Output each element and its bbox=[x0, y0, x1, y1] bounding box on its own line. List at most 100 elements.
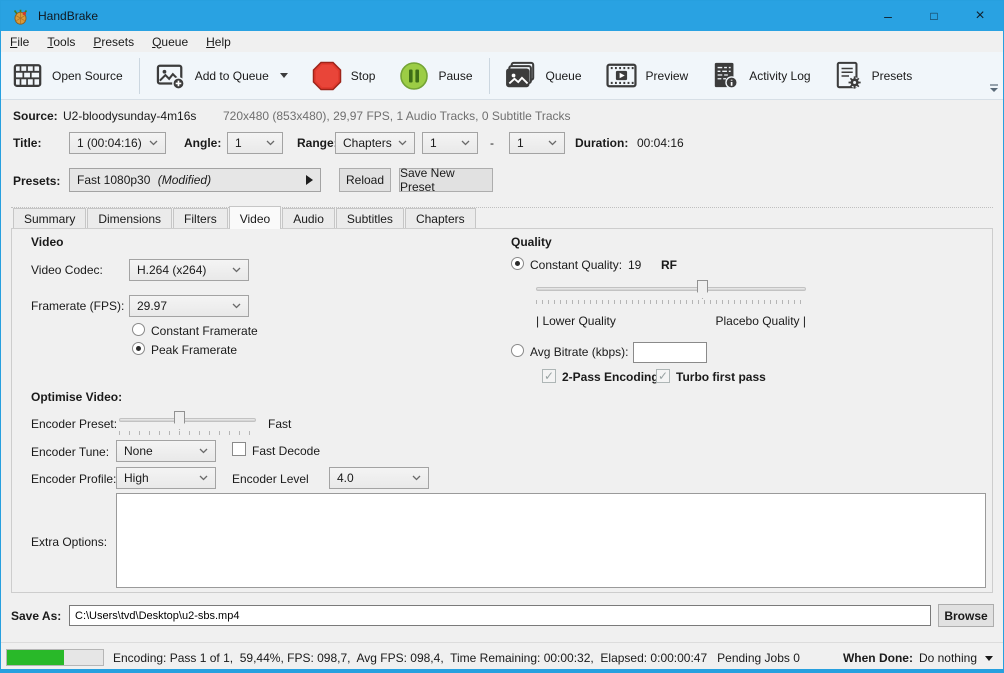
video-codec-label: Video Codec: bbox=[31, 263, 103, 277]
menu-presets[interactable]: Presets bbox=[84, 33, 143, 51]
menu-tools[interactable]: Tools bbox=[38, 33, 84, 51]
encoder-level-select[interactable]: 4.0 bbox=[329, 467, 429, 489]
framerate-value: 29.97 bbox=[137, 299, 168, 313]
constant-quality-unit: RF bbox=[661, 258, 677, 272]
fast-decode-label: Fast Decode bbox=[252, 444, 321, 458]
when-done-control[interactable]: When Done: Do nothing bbox=[843, 651, 993, 665]
tab-filters[interactable]: Filters bbox=[173, 208, 228, 229]
lower-quality-label: | Lower Quality bbox=[536, 314, 616, 328]
status-bar: Encoding: Pass 1 of 1, 59,44%, FPS: 098,… bbox=[1, 642, 1003, 669]
encoder-preset-value: Fast bbox=[268, 417, 292, 431]
extra-options-textarea[interactable] bbox=[116, 493, 986, 588]
save-new-preset-button[interactable]: Save New Preset bbox=[399, 166, 493, 194]
add-to-queue-icon bbox=[156, 64, 185, 90]
preset-expand-icon bbox=[306, 175, 313, 185]
avg-bitrate-radio[interactable] bbox=[511, 344, 524, 357]
chevron-down-icon bbox=[266, 140, 275, 146]
stop-button[interactable]: Stop bbox=[300, 54, 388, 98]
open-source-button[interactable]: Open Source bbox=[1, 54, 135, 98]
title-label: Title: bbox=[13, 136, 42, 150]
encode-progress-bar bbox=[6, 649, 104, 666]
menu-queue[interactable]: Queue bbox=[143, 33, 197, 51]
tab-video[interactable]: Video bbox=[228, 206, 282, 229]
quality-slider-ticks bbox=[536, 300, 806, 304]
queue-icon bbox=[505, 61, 534, 88]
encoder-preset-slider-track bbox=[119, 411, 256, 430]
constant-framerate-radio[interactable] bbox=[132, 323, 145, 336]
pause-button[interactable]: Pause bbox=[387, 54, 484, 98]
presets-icon bbox=[836, 61, 861, 89]
video-section-heading: Video bbox=[31, 235, 64, 249]
toolbar-separator bbox=[138, 57, 140, 94]
angle-select[interactable]: 1 bbox=[227, 132, 283, 154]
reload-button[interactable]: Reload bbox=[339, 168, 391, 192]
tab-subtitles[interactable]: Subtitles bbox=[335, 208, 404, 229]
activity-log-label: Activity Log bbox=[749, 68, 811, 83]
chevron-down-icon bbox=[548, 140, 557, 146]
encoder-tune-value: None bbox=[124, 444, 153, 458]
chevron-down-icon bbox=[398, 140, 407, 146]
encoder-preset-ticks bbox=[119, 431, 256, 435]
two-pass-checkbox[interactable] bbox=[542, 369, 556, 383]
window-title: HandBrake bbox=[38, 9, 99, 23]
presets-label: Presets: bbox=[13, 174, 61, 188]
avg-bitrate-label: Avg Bitrate (kbps): bbox=[530, 345, 629, 359]
toolbar: Open Source Add to Queue Stop Pause Queu… bbox=[1, 52, 1003, 100]
menu-file[interactable]: File bbox=[1, 33, 38, 51]
title-select[interactable]: 1 (00:04:16) bbox=[69, 132, 166, 154]
tab-dimensions[interactable]: Dimensions bbox=[87, 208, 173, 229]
video-codec-select[interactable]: H.264 (x264) bbox=[129, 259, 249, 281]
turbo-first-pass-checkbox[interactable] bbox=[656, 369, 670, 383]
constant-quality-radio[interactable] bbox=[511, 257, 524, 270]
encoder-preset-label: Encoder Preset: bbox=[31, 417, 118, 431]
range-to-select[interactable]: 1 bbox=[509, 132, 565, 154]
tab-summary[interactable]: Summary bbox=[13, 208, 87, 229]
encoder-tune-select[interactable]: None bbox=[116, 440, 216, 462]
range-type-select[interactable]: Chapters bbox=[335, 132, 415, 154]
presets-button[interactable]: Presets bbox=[823, 54, 925, 98]
encode-status-text: Encoding: Pass 1 of 1, 59,44%, FPS: 098,… bbox=[113, 651, 800, 665]
preset-select[interactable]: Fast 1080p30 (Modified) bbox=[69, 168, 321, 192]
minimize-button[interactable]: – bbox=[865, 1, 911, 31]
fast-decode-checkbox[interactable] bbox=[232, 442, 246, 456]
save-as-input[interactable] bbox=[69, 605, 931, 626]
source-label: Source: bbox=[13, 109, 58, 123]
queue-button[interactable]: Queue bbox=[494, 54, 594, 98]
preset-name: Fast 1080p30 (Modified) bbox=[77, 173, 211, 187]
duration-label: Duration: bbox=[575, 136, 629, 150]
range-from-select[interactable]: 1 bbox=[422, 132, 478, 154]
activity-log-button[interactable]: Activity Log bbox=[700, 54, 822, 98]
menu-help[interactable]: Help bbox=[197, 33, 240, 51]
presets-toolbar-label: Presets bbox=[871, 68, 913, 83]
angle-label: Angle: bbox=[184, 136, 222, 150]
tab-audio[interactable]: Audio bbox=[282, 208, 335, 229]
encoder-profile-select[interactable]: High bbox=[116, 467, 216, 489]
tab-chapters[interactable]: Chapters bbox=[404, 208, 476, 229]
range-type-value: Chapters bbox=[343, 136, 392, 150]
framerate-select[interactable]: 29.97 bbox=[129, 295, 249, 317]
encoder-level-value: 4.0 bbox=[337, 471, 354, 485]
range-separator: - bbox=[490, 136, 494, 150]
angle-select-value: 1 bbox=[235, 136, 242, 150]
chevron-down-icon bbox=[412, 475, 421, 481]
open-source-label: Open Source bbox=[52, 68, 123, 83]
avg-bitrate-input[interactable] bbox=[633, 342, 707, 363]
peak-framerate-radio[interactable] bbox=[132, 342, 145, 355]
add-to-queue-label: Add to Queue bbox=[194, 68, 269, 83]
handbrake-window: HandBrake – □ × File Tools Presets Queue… bbox=[0, 0, 1004, 673]
window-controls: – □ × bbox=[865, 1, 1003, 31]
preview-label: Preview bbox=[645, 68, 689, 83]
range-label: Range: bbox=[297, 136, 338, 150]
quality-section-heading: Quality bbox=[511, 235, 552, 249]
open-source-icon bbox=[13, 64, 42, 87]
range-to-value: 1 bbox=[517, 136, 524, 150]
preview-button[interactable]: Preview bbox=[594, 54, 701, 98]
toolbar-overflow-icon[interactable] bbox=[989, 84, 999, 93]
maximize-button[interactable]: □ bbox=[911, 1, 957, 31]
constant-quality-value: 19 bbox=[628, 258, 642, 272]
add-to-queue-button[interactable]: Add to Queue bbox=[144, 54, 300, 98]
title-bar: HandBrake – □ × bbox=[1, 1, 1003, 31]
close-button[interactable]: × bbox=[957, 1, 1003, 31]
encoder-profile-value: High bbox=[124, 471, 149, 485]
browse-button[interactable]: Browse bbox=[938, 604, 994, 627]
